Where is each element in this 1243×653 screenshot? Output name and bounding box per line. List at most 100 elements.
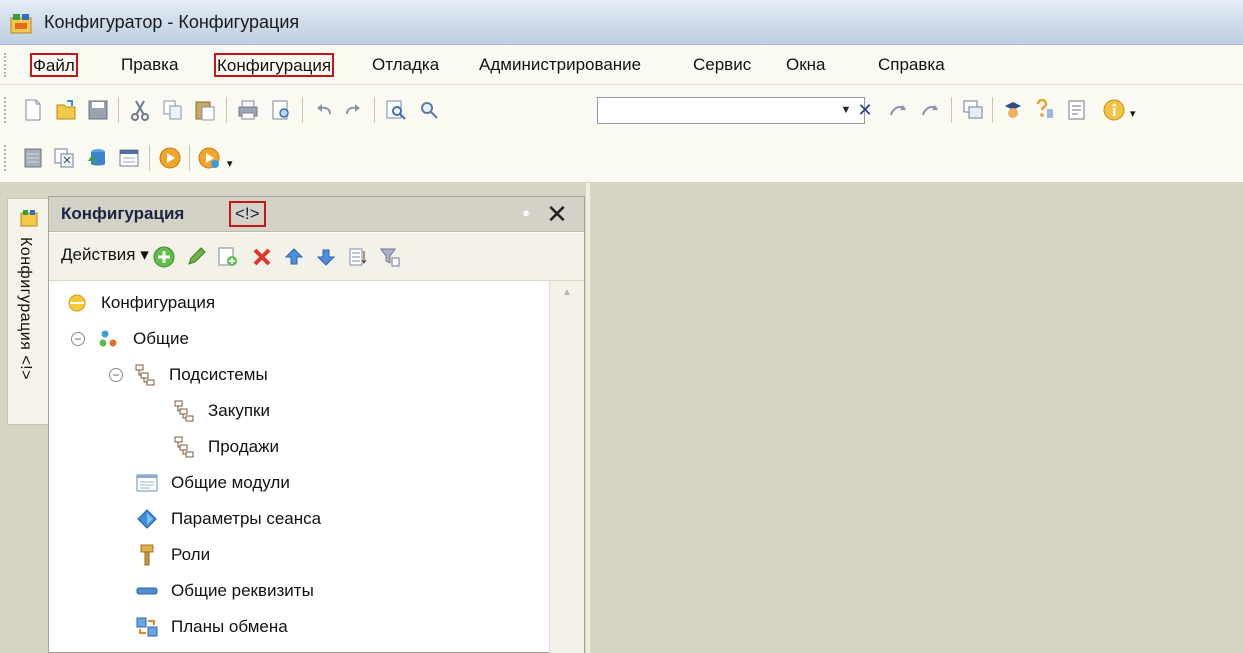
close-icon[interactable]: ✕ — [543, 199, 571, 229]
toolbar-grip[interactable] — [4, 97, 8, 123]
tree-item-label: Общие модули — [171, 473, 290, 492]
search-prev-icon[interactable] — [917, 97, 943, 123]
db-config-icon[interactable] — [20, 145, 46, 171]
db-update-icon[interactable] — [84, 145, 110, 171]
windows-icon[interactable] — [960, 97, 986, 123]
info-icon[interactable] — [1101, 97, 1127, 123]
tree-item-sales[interactable]: Продажи — [172, 429, 279, 465]
compare-icon[interactable] — [51, 145, 77, 171]
run-icon[interactable] — [157, 145, 183, 171]
debug-run-icon[interactable] — [196, 145, 222, 171]
tree-item-common-modules[interactable]: Общие модули — [135, 465, 290, 501]
syntax-helper-icon[interactable] — [1032, 97, 1058, 123]
toolbar-separator — [149, 145, 150, 171]
new-document-icon[interactable] — [20, 97, 46, 123]
scroll-up-icon[interactable]: ▲ — [559, 285, 575, 301]
menu-debug[interactable]: Отладка — [369, 53, 442, 77]
tree-item-label: Конфигурация — [101, 293, 216, 312]
move-up-icon[interactable] — [281, 244, 307, 270]
tree-item-label: Роли — [171, 545, 211, 564]
tree-item-subsystems[interactable]: Подсистемы — [133, 357, 268, 393]
edit-icon[interactable] — [183, 244, 209, 270]
toolbar-separator — [302, 97, 303, 123]
assistant-icon[interactable] — [1000, 97, 1026, 123]
main-toolbar: ▼ ✕ ▾ — [0, 85, 1243, 135]
menu-administration[interactable]: Администрирование — [476, 53, 644, 77]
menu-configuration[interactable]: Конфигурация — [214, 53, 335, 77]
undo-icon[interactable] — [311, 97, 337, 123]
role-icon — [135, 543, 159, 567]
window-list-icon[interactable] — [116, 145, 142, 171]
title-bar: Конфигуратор - Конфигурация — [0, 0, 1243, 45]
search-input[interactable] — [597, 97, 865, 124]
toolbar-overflow-icon[interactable]: ▾ — [1130, 107, 1136, 120]
menu-edit[interactable]: Правка — [118, 53, 181, 77]
module-icon — [135, 471, 159, 495]
tree-item-label: Общие — [133, 329, 189, 348]
copy-icon[interactable] — [160, 97, 186, 123]
tree-item-configuration[interactable]: Конфигурация — [65, 285, 215, 321]
tree-item-purchases[interactable]: Закупки — [172, 393, 270, 429]
sidebar-tab-configuration[interactable]: Конфигурация <!> — [7, 198, 48, 425]
copy-item-icon[interactable] — [215, 244, 241, 270]
tree-item-exchange-plans[interactable]: Планы обмена — [135, 609, 288, 645]
configuration-panel: Конфигурация <!> ● ✕ Действия ▾ Конфигур… — [48, 196, 585, 653]
tree-item-session-params[interactable]: Параметры сеанса — [135, 501, 321, 537]
session-param-icon — [135, 507, 159, 531]
tree-item-common[interactable]: Общие — [97, 321, 189, 357]
common-icon — [97, 327, 121, 351]
menubar-grip[interactable] — [4, 53, 8, 77]
toolbar-overflow-icon[interactable]: ▾ — [227, 157, 233, 170]
tree-item-common-attributes[interactable]: Общие реквизиты — [135, 573, 314, 609]
print-icon[interactable] — [235, 97, 261, 123]
redo-icon[interactable] — [340, 97, 366, 123]
config-root-icon — [65, 291, 89, 315]
menu-windows[interactable]: Окна — [783, 53, 829, 77]
subsystem-icon — [172, 435, 196, 459]
toolbar-separator — [118, 97, 119, 123]
filter-icon[interactable] — [377, 244, 403, 270]
find-in-files-icon[interactable] — [383, 97, 409, 123]
tree-item-roles[interactable]: Роли — [135, 537, 210, 573]
panel-header: Конфигурация <!> ● ✕ — [49, 197, 584, 232]
sidebar-tab-label: Конфигурация <!> — [17, 237, 34, 380]
tree-item-label: Планы обмена — [171, 617, 288, 636]
toolbar-separator — [951, 97, 952, 123]
exchange-plan-icon — [135, 615, 159, 639]
paste-icon[interactable] — [192, 97, 218, 123]
tree-scrollbar[interactable]: ▲ — [549, 281, 584, 653]
configuration-tree: Конфигурация − Общие − Подсистемы Закупк… — [49, 282, 549, 653]
save-icon[interactable] — [85, 97, 111, 123]
panel-title: Конфигурация — [61, 204, 185, 223]
panel-mark: <!> — [229, 201, 266, 227]
pin-icon[interactable]: ● — [519, 206, 533, 220]
actions-menu-button[interactable]: Действия ▾ — [61, 245, 149, 265]
open-icon[interactable] — [53, 97, 79, 123]
window-title: Конфигуратор - Конфигурация — [44, 12, 300, 32]
panel-actions-bar: Действия ▾ — [49, 233, 584, 281]
toolbar-grip[interactable] — [4, 145, 8, 171]
app-logo-icon — [10, 14, 32, 34]
print-preview-icon[interactable] — [268, 97, 294, 123]
tree-item-label: Продажи — [208, 437, 279, 456]
move-down-icon[interactable] — [313, 244, 339, 270]
menu-service[interactable]: Сервис — [690, 53, 754, 77]
collapse-toggle-icon[interactable]: − — [71, 332, 85, 346]
toolbar-separator — [374, 97, 375, 123]
menu-file[interactable]: Файл — [30, 53, 78, 77]
menu-help[interactable]: Справка — [875, 53, 948, 77]
find-icon[interactable] — [416, 97, 442, 123]
calendar-icon[interactable] — [1064, 97, 1090, 123]
sort-icon[interactable] — [345, 244, 371, 270]
search-next-icon[interactable] — [885, 97, 911, 123]
cut-icon[interactable] — [127, 97, 153, 123]
chevron-down-icon[interactable]: ▼ — [838, 99, 854, 121]
menu-bar: Файл Правка Конфигурация Отладка Админис… — [0, 45, 1243, 85]
collapse-toggle-icon[interactable]: − — [109, 368, 123, 382]
delete-icon[interactable] — [249, 244, 275, 270]
tree-item-label: Закупки — [208, 401, 270, 420]
toolbar-separator — [226, 97, 227, 123]
clear-search-icon[interactable]: ✕ — [853, 97, 877, 124]
add-icon[interactable] — [151, 244, 177, 270]
tree-item-label: Параметры сеанса — [171, 509, 322, 528]
